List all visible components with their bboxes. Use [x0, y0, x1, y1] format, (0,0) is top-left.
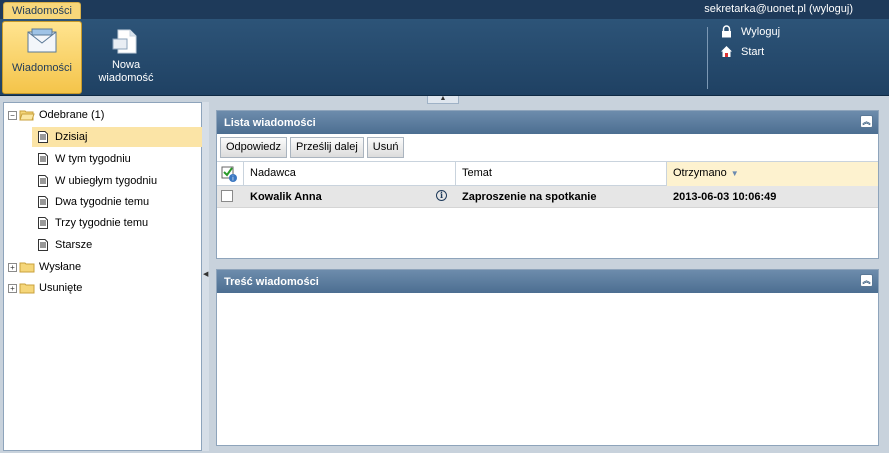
tree-node-inbox[interactable]: − Odebrane (1) — [8, 105, 104, 125]
ribbon-toolbar: Wiadomości Nowa wiadomość Wyloguj Start — [0, 19, 889, 96]
message-grid: i Nadawca Temat Otrzymano ▼ Kowalik Anna … — [217, 161, 878, 208]
collapse-ribbon-handle[interactable]: ▲ — [427, 95, 459, 104]
home-icon — [721, 46, 732, 57]
tree-label-this-week: W tym tygodniu — [55, 153, 131, 165]
open-folder-icon — [19, 110, 35, 121]
messages-button[interactable]: Wiadomości — [2, 21, 82, 94]
column-header-received-label: Otrzymano — [673, 167, 727, 179]
lock-icon — [722, 25, 731, 38]
select-all-column[interactable]: i — [217, 162, 244, 186]
delete-button[interactable]: Usuń — [366, 137, 405, 158]
tree-label-inbox: Odebrane (1) — [39, 109, 105, 121]
collapse-left-icon[interactable]: ◀ — [203, 270, 208, 278]
new-message-label-line2: wiadomość — [98, 72, 154, 84]
cell-sender: Kowalik Anna — [250, 191, 322, 203]
folder-tree: − Odebrane (1) Dzisiaj W tym tygodniu W … — [3, 102, 202, 451]
document-icon — [38, 196, 48, 208]
info-icon[interactable]: i — [436, 190, 447, 201]
cell-subject: Zaproszenie na spotkanie — [462, 191, 597, 203]
folder-icon — [19, 262, 35, 273]
column-header-received[interactable]: Otrzymano ▼ — [667, 162, 878, 186]
folder-icon — [19, 283, 35, 294]
document-icon — [38, 239, 48, 251]
tree-splitter[interactable]: ◀ — [202, 102, 209, 451]
document-icon — [38, 131, 48, 143]
message-content-panel: Treść wiadomości ︽ — [216, 269, 879, 446]
tree-label-today: Dzisiaj — [55, 131, 88, 143]
new-message-button[interactable]: Nowa wiadomość — [86, 21, 166, 94]
message-list-panel: Lista wiadomości ︽ Odpowiedz Prześlij da… — [216, 110, 879, 259]
tree-label-three-weeks: Trzy tygodnie temu — [55, 217, 149, 229]
grid-header: i Nadawca Temat Otrzymano ▼ — [217, 161, 878, 186]
tree-label-last-week: W ubiegłym tygodniu — [55, 175, 158, 187]
cell-received: 2013-06-03 10:06:49 — [673, 191, 777, 203]
tree-node-sent[interactable]: + Wysłane — [8, 257, 81, 277]
tree-node-last-week[interactable]: W ubiegłym tygodniu — [38, 171, 157, 191]
envelope-icon — [27, 28, 57, 53]
tree-label-older: Starsze — [55, 239, 93, 251]
column-header-subject[interactable]: Temat — [456, 162, 667, 186]
tree-node-older[interactable]: Starsze — [38, 235, 92, 255]
column-header-sender[interactable]: Nadawca — [244, 162, 456, 186]
ribbon-divider — [707, 27, 708, 89]
tree-label-two-weeks: Dwa tygodnie temu — [55, 196, 150, 208]
logout-link[interactable]: Wyloguj — [720, 25, 780, 38]
table-row[interactable]: Kowalik Anna i Zaproszenie na spotkanie … — [217, 186, 878, 208]
document-icon — [38, 153, 48, 165]
message-list-header: Lista wiadomości ︽ — [217, 111, 878, 134]
select-all-icon[interactable]: i — [221, 166, 237, 183]
tree-node-this-week[interactable]: W tym tygodniu — [38, 149, 131, 169]
messages-button-label: Wiadomości — [12, 62, 72, 74]
document-icon — [38, 175, 48, 187]
row-checkbox[interactable] — [221, 190, 233, 202]
collapse-panel-icon[interactable]: ︽ — [860, 115, 873, 128]
message-content-header: Treść wiadomości ︽ — [217, 270, 878, 293]
message-list-title: Lista wiadomości — [224, 117, 316, 129]
tree-label-deleted: Usunięte — [39, 282, 83, 294]
top-bar: Wiadomości sekretarka@uonet.pl (wyloguj) — [0, 0, 889, 19]
forward-button[interactable]: Prześlij dalej — [290, 137, 364, 158]
sort-desc-icon: ▼ — [730, 169, 739, 178]
message-content-title: Treść wiadomości — [224, 276, 319, 288]
expand-toggle-icon[interactable]: + — [8, 262, 17, 272]
tree-node-two-weeks[interactable]: Dwa tygodnie temu — [38, 192, 149, 212]
new-document-icon — [112, 29, 137, 54]
new-message-label-line1: Nowa — [111, 59, 141, 71]
document-icon — [38, 217, 48, 229]
tree-node-three-weeks[interactable]: Trzy tygodnie temu — [38, 213, 148, 233]
expand-toggle-icon[interactable]: + — [8, 283, 17, 293]
collapse-toggle-icon[interactable]: − — [8, 110, 17, 120]
app-tab-messages[interactable]: Wiadomości — [3, 2, 81, 19]
tree-node-deleted[interactable]: + Usunięte — [8, 278, 82, 298]
tree-label-sent: Wysłane — [39, 261, 82, 273]
start-label: Start — [741, 45, 765, 58]
message-toolbar: Odpowiedz Prześlij dalej Usuń — [217, 134, 878, 161]
start-link[interactable]: Start — [720, 45, 764, 58]
logout-label: Wyloguj — [741, 25, 781, 38]
user-status-link[interactable]: sekretarka@uonet.pl (wyloguj) — [704, 3, 853, 15]
reply-button[interactable]: Odpowiedz — [220, 137, 288, 158]
row-checkbox-cell — [217, 186, 244, 207]
collapse-panel-icon[interactable]: ︽ — [860, 274, 873, 287]
tree-node-today[interactable]: Dzisiaj — [32, 127, 202, 147]
